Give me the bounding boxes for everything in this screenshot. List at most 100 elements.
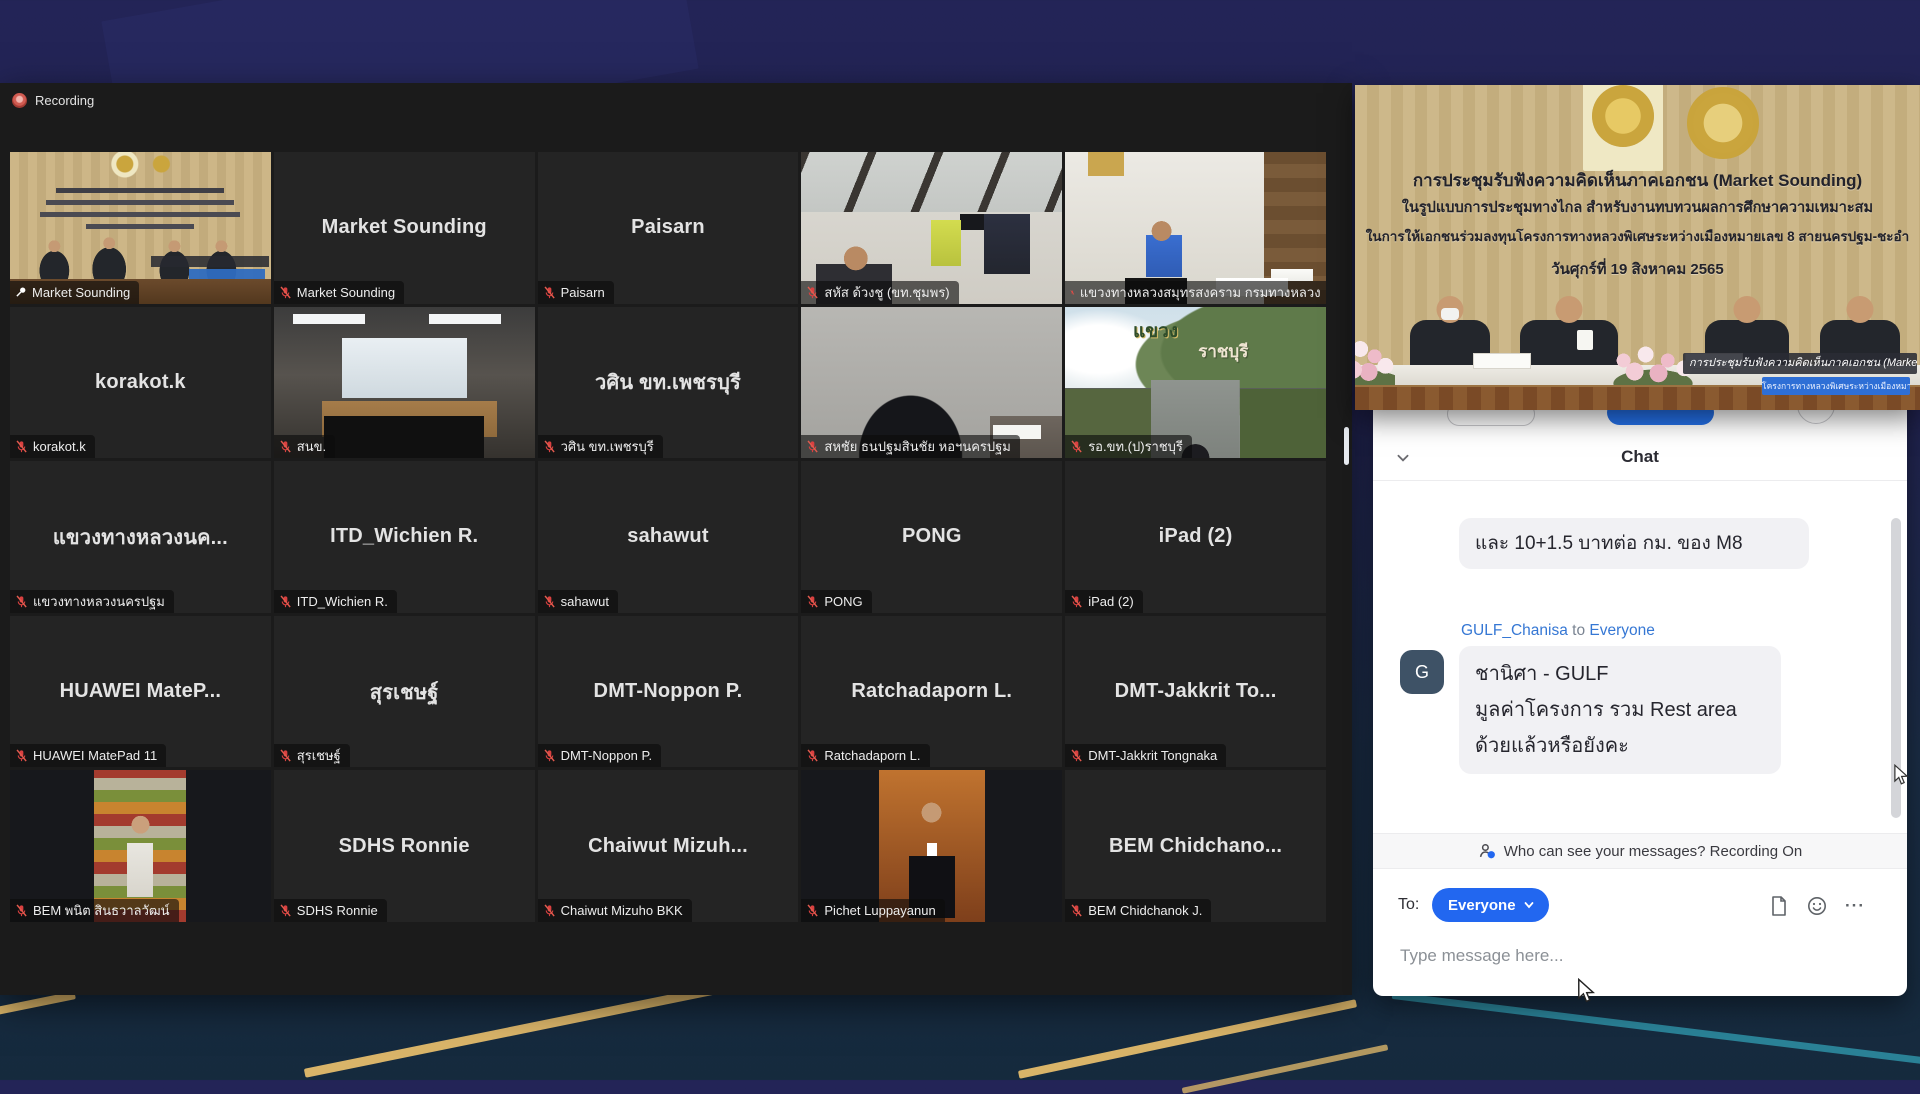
recording-indicator: Recording bbox=[12, 93, 94, 108]
mic-muted-icon bbox=[806, 440, 819, 453]
participant-tile[interactable]: SDHS Ronnie SDHS Ronnie bbox=[274, 770, 535, 922]
participant-tile[interactable]: สนข. bbox=[274, 307, 535, 459]
participant-tile[interactable]: Chaiwut Mizuh... Chaiwut Mizuho BKK bbox=[538, 770, 799, 922]
mic-muted-icon bbox=[1070, 749, 1083, 762]
participant-tile[interactable]: HUAWEI MateP... HUAWEI MatePad 11 bbox=[10, 616, 271, 768]
participant-tile[interactable]: Pichet Luppayanun bbox=[801, 770, 1062, 922]
mic-muted-icon bbox=[279, 749, 292, 762]
video-caption-overlay: การประชุมรับฟังความคิดเห็นภาคเอกชน (Mark… bbox=[1683, 353, 1917, 374]
participant-label-text: Market Sounding bbox=[297, 284, 395, 301]
recipient-selector[interactable]: Everyone bbox=[1432, 888, 1549, 922]
participant-tile[interactable]: korakot.k korakot.k bbox=[10, 307, 271, 459]
mic-muted-icon bbox=[806, 749, 819, 762]
participant-tile[interactable]: Ratchadaporn L. Ratchadaporn L. bbox=[801, 616, 1062, 768]
gallery-scrollbar[interactable] bbox=[1344, 427, 1349, 465]
participant-name-label: BEM Chidchanok J. bbox=[1065, 899, 1211, 922]
participant-label-text: Paisarn bbox=[561, 284, 605, 301]
participant-label-text: แขวงทางหลวงสมุทรสงคราม กรมทางหลวง bbox=[1080, 284, 1321, 301]
participant-label-text: Market Sounding bbox=[32, 284, 130, 301]
participant-name-label: Market Sounding bbox=[10, 281, 139, 304]
participant-tile[interactable]: แขวงทางหลวงสมุทรสงคราม กรมทางหลวง bbox=[1065, 152, 1326, 304]
banner-title: การประชุมรับฟังความคิดเห็นภาคเอกชน (Mark… bbox=[1355, 167, 1920, 194]
participant-tile[interactable]: DMT-Noppon P. DMT-Noppon P. bbox=[538, 616, 799, 768]
participant-name-label: แขวงทางหลวงนครปฐม bbox=[10, 590, 174, 613]
participant-label-text: HUAWEI MatePad 11 bbox=[33, 747, 157, 764]
participant-name-label: BEM พนิต สินธวาลวัฒน์ bbox=[10, 899, 179, 922]
participant-label-text: sahawut bbox=[561, 593, 609, 610]
wallpaper-gold-line bbox=[1182, 1044, 1389, 1094]
attach-file-button[interactable] bbox=[1767, 893, 1791, 919]
participant-tile[interactable]: iPad (2) iPad (2) bbox=[1065, 461, 1326, 613]
mic-muted-icon bbox=[15, 904, 28, 917]
message-line: มูลค่าโครงการ รวม Rest area ด้วยแล้วหรือ… bbox=[1475, 692, 1765, 764]
meeting-gallery-window: Recording Market Sounding Market Soundin… bbox=[0, 83, 1352, 995]
flower-arrangement bbox=[1355, 335, 1395, 391]
participant-name-label: วศิน ขท.เพชรบุรี bbox=[538, 435, 663, 458]
participant-tile[interactable]: sahawut sahawut bbox=[538, 461, 799, 613]
chat-scrollbar[interactable] bbox=[1891, 518, 1901, 818]
mic-muted-icon bbox=[543, 595, 556, 608]
participant-label-text: สนข. bbox=[297, 438, 326, 455]
mic-muted-icon bbox=[543, 286, 556, 299]
participant-label-text: รอ.ขท.(ป)ราชบุรี bbox=[1088, 438, 1183, 455]
banner-project-line: ในการให้เอกชนร่วมลงทุนโครงการทางหลวงพิเศ… bbox=[1355, 225, 1920, 247]
participant-label-text: Chaiwut Mizuho BKK bbox=[561, 902, 683, 919]
ministry-emblem-icon bbox=[1583, 85, 1663, 171]
mic-muted-icon bbox=[15, 749, 28, 762]
participant-label-text: BEM พนิต สินธวาลวัฒน์ bbox=[33, 902, 170, 919]
file-icon bbox=[1769, 895, 1789, 917]
participant-tile[interactable]: Market Sounding Market Sounding bbox=[274, 152, 535, 304]
participant-name-label: Market Sounding bbox=[274, 281, 404, 304]
participant-tile[interactable]: BEM พนิต สินธวาลวัฒน์ bbox=[10, 770, 271, 922]
privacy-notice[interactable]: Who can see your messages? Recording On bbox=[1373, 833, 1907, 869]
mic-muted-icon bbox=[806, 904, 819, 917]
participant-name-label: iPad (2) bbox=[1065, 590, 1143, 613]
participant-tile[interactable]: Market Sounding bbox=[10, 152, 271, 304]
mic-muted-icon bbox=[543, 440, 556, 453]
participant-name-label: sahawut bbox=[538, 590, 618, 613]
participant-label-text: แขวงทางหลวงนครปฐม bbox=[33, 593, 165, 610]
participant-label-text: ITD_Wichien R. bbox=[297, 593, 388, 610]
chat-header: Chat bbox=[1373, 436, 1907, 481]
chat-sender-row: GULF_Chanisa to Everyone bbox=[1461, 622, 1655, 640]
to-label: To: bbox=[1398, 896, 1419, 914]
participant-tile[interactable]: แขวงราชบุรี รอ.ขท.(ป)ราชบุรี bbox=[1065, 307, 1326, 459]
participant-tile[interactable]: วศิน ขท.เพชรบุรี วศิน ขท.เพชรบุรี bbox=[538, 307, 799, 459]
participant-tile[interactable]: DMT-Jakkrit To... DMT-Jakkrit Tongnaka bbox=[1065, 616, 1326, 768]
participant-name-label: Paisarn bbox=[538, 281, 614, 304]
participant-name-label: PONG bbox=[801, 590, 871, 613]
participant-tile[interactable]: Paisarn Paisarn bbox=[538, 152, 799, 304]
participant-label-text: Pichet Luppayanun bbox=[824, 902, 935, 919]
participant-name-label: สุรเชษฐ์ bbox=[274, 744, 350, 767]
mic-muted-icon bbox=[543, 749, 556, 762]
emoji-button[interactable] bbox=[1804, 893, 1830, 919]
participant-tile[interactable]: สหชัย ธนปฐมสินชัย หอฯนครปฐม bbox=[801, 307, 1062, 459]
participant-tile[interactable]: แขวงทางหลวงนค... แขวงทางหลวงนครปฐม bbox=[10, 461, 271, 613]
participant-name-label: HUAWEI MatePad 11 bbox=[10, 744, 166, 767]
stage-video-window: การประชุมรับฟังความคิดเห็นภาคเอกชน (Mark… bbox=[1355, 85, 1920, 410]
participant-label-text: korakot.k bbox=[33, 438, 86, 455]
chat-message-input[interactable] bbox=[1398, 945, 1862, 967]
participant-tile[interactable]: สุรเชษฐ์ สุรเชษฐ์ bbox=[274, 616, 535, 768]
participant-tile[interactable]: ITD_Wichien R. ITD_Wichien R. bbox=[274, 461, 535, 613]
participant-tile[interactable]: PONG PONG bbox=[801, 461, 1062, 613]
participant-label-text: BEM Chidchanok J. bbox=[1088, 902, 1202, 919]
participant-name-label: แขวงทางหลวงสมุทรสงคราม กรมทางหลวง bbox=[1065, 281, 1326, 304]
participant-label-text: DMT-Noppon P. bbox=[561, 747, 653, 764]
participant-tile[interactable]: สหัส ด้วงชู (ขท.ชุมพร) bbox=[801, 152, 1062, 304]
mic-muted-icon bbox=[279, 286, 292, 299]
participant-name-label: Chaiwut Mizuho BKK bbox=[538, 899, 692, 922]
mic-muted-icon bbox=[543, 904, 556, 917]
sender-to-word: to bbox=[1572, 622, 1585, 639]
mic-muted-icon bbox=[15, 440, 28, 453]
participant-grid: Market Sounding Market Sounding Market S… bbox=[10, 152, 1326, 922]
sender-recipient: Everyone bbox=[1589, 622, 1654, 639]
sender-name: GULF_Chanisa bbox=[1461, 622, 1568, 639]
more-options-button[interactable]: ··· bbox=[1843, 894, 1867, 918]
privacy-person-icon bbox=[1478, 843, 1496, 859]
participant-name-label: สหัส ด้วงชู (ขท.ชุมพร) bbox=[801, 281, 958, 304]
participant-label-text: สหัส ด้วงชู (ขท.ชุมพร) bbox=[824, 284, 949, 301]
participant-tile[interactable]: BEM Chidchano... BEM Chidchanok J. bbox=[1065, 770, 1326, 922]
participant-name-label: DMT-Noppon P. bbox=[538, 744, 662, 767]
message-line: ชานิศา - GULF bbox=[1475, 656, 1765, 692]
